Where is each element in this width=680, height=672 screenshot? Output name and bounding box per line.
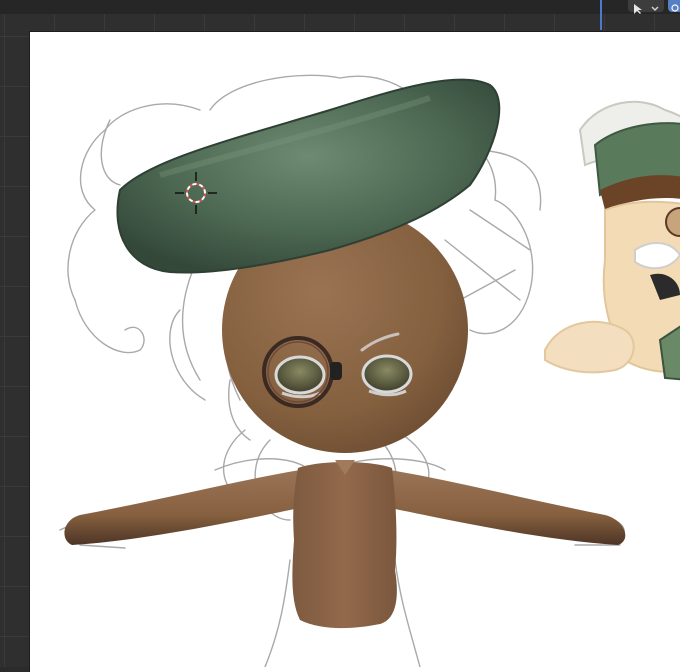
hat[interactable] xyxy=(116,78,501,274)
right-arm[interactable] xyxy=(390,470,626,545)
body[interactable] xyxy=(292,462,397,629)
left-arm[interactable] xyxy=(64,470,300,545)
character-reference-artwork xyxy=(544,100,680,381)
scene-canvas[interactable] xyxy=(0,0,680,667)
3d-viewport[interactable] xyxy=(0,0,680,672)
